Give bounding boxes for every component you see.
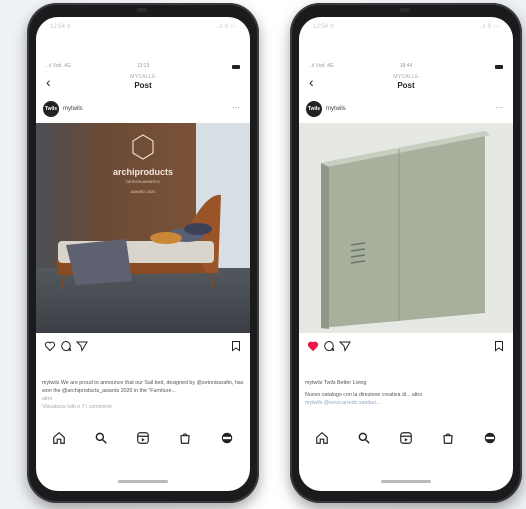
inner-status-time: 13:13 (136, 63, 150, 69)
profile-icon[interactable] (220, 431, 234, 445)
home-icon[interactable] (52, 431, 66, 445)
front-camera (400, 8, 410, 12)
inner-status-time: 18:44 (399, 63, 413, 69)
caption-more-link[interactable]: altro (42, 396, 52, 402)
inner-status-bar: ..ıl Vod. 4G 18:44 (299, 63, 513, 73)
more-options-icon[interactable]: ··· (495, 103, 503, 112)
avatar[interactable]: Twils (306, 101, 322, 117)
bookmark-icon[interactable] (230, 340, 242, 352)
home-indicator (118, 480, 168, 483)
post-caption-block: mytwils We are proud to announce that ou… (42, 379, 244, 411)
caption-mention[interactable]: mytwils @novo.arredo.sanitari... (305, 399, 507, 407)
view-comments-link[interactable]: Visualizza tutti e 7 i commenti (42, 403, 244, 411)
share-icon[interactable] (76, 340, 88, 352)
bottom-tab-bar (299, 431, 513, 449)
outer-status-right: ..ıl ⚲ ▭ (479, 24, 499, 30)
avatar[interactable]: Twils (43, 101, 59, 117)
shop-icon[interactable] (441, 431, 455, 445)
post-header: Twils mytwils ··· (299, 101, 513, 119)
phone-left: 12:54 ⚲ ..ıl ⚲ ▭ ..ıl Vod. 4G 13:13 ‹ MY… (27, 3, 259, 503)
home-icon[interactable] (315, 431, 329, 445)
post-photo[interactable]: archiproducts DESIGN AWARDS AWARD 2020 (36, 123, 250, 333)
bookmark-icon[interactable] (493, 340, 505, 352)
shop-icon[interactable] (178, 431, 192, 445)
profile-icon[interactable] (483, 431, 497, 445)
post-nav-bar: ‹ MYDALLE Post (299, 73, 513, 97)
post-caption: mytwils We are proud to announce that ou… (42, 380, 244, 394)
reels-icon[interactable] (136, 431, 150, 445)
outer-status-right: ..ıl ⚲ ▭ (216, 24, 236, 30)
nav-account-name: MYDALLE (393, 74, 419, 80)
post-username[interactable]: mytwils (63, 106, 83, 112)
share-icon[interactable] (339, 340, 351, 352)
post-header: Twils mytwils ··· (36, 101, 250, 119)
post-nav-bar: ‹ MYDALLE Post (36, 73, 250, 97)
battery-icon (495, 65, 503, 69)
inner-status-bar: ..ıl Vod. 4G 13:13 (36, 63, 250, 73)
phone-screen: 12:54 ⚲ ..ıl ⚲ ▭ ..ıl Vod. 4G 18:44 ‹ MY… (299, 17, 513, 491)
photo-sub-text: DESIGN AWARDS (126, 179, 160, 184)
outer-status-left: 12:54 ⚲ (313, 24, 335, 30)
search-icon[interactable] (357, 431, 371, 445)
post-actions (36, 340, 250, 356)
heart-icon[interactable] (44, 340, 56, 352)
nav-title: Post (397, 81, 415, 90)
phone-right: 12:54 ⚲ ..ıl ⚲ ▭ ..ıl Vod. 4G 18:44 ‹ MY… (290, 3, 522, 503)
post-photo[interactable] (299, 123, 513, 333)
post-caption-block: mytwils Twils Better Living Nuovo catalo… (305, 379, 507, 407)
comment-icon[interactable] (60, 340, 72, 352)
more-options-icon[interactable]: ··· (232, 103, 240, 112)
search-icon[interactable] (94, 431, 108, 445)
comment-icon[interactable] (323, 340, 335, 352)
photo-brand-text: archiproducts (113, 167, 173, 177)
nav-account-name: MYDALLE (130, 74, 156, 80)
cabinet-photo (299, 123, 513, 333)
outer-status-bar: 12:54 ⚲ ..ıl ⚲ ▭ (299, 23, 513, 35)
bottom-tab-bar (36, 431, 250, 449)
heart-filled-icon[interactable] (307, 340, 319, 352)
likes-line: mytwils Twils Better Living (305, 380, 367, 386)
nav-title: Post (134, 81, 152, 90)
phone-screen: 12:54 ⚲ ..ıl ⚲ ▭ ..ıl Vod. 4G 13:13 ‹ MY… (36, 17, 250, 491)
post-caption: Nuovo catalogo con la direzione creativa… (305, 392, 423, 398)
post-username[interactable]: mytwils (326, 106, 346, 112)
bed-photo: archiproducts DESIGN AWARDS AWARD 2020 (36, 123, 250, 333)
outer-status-bar: 12:54 ⚲ ..ıl ⚲ ▭ (36, 23, 250, 35)
battery-icon (232, 65, 240, 69)
outer-status-left: 12:54 ⚲ (50, 24, 72, 30)
photo-badge-text: AWARD 2020 (131, 189, 156, 194)
reels-icon[interactable] (399, 431, 413, 445)
post-actions (299, 340, 513, 356)
home-indicator (381, 480, 431, 483)
front-camera (137, 8, 147, 12)
